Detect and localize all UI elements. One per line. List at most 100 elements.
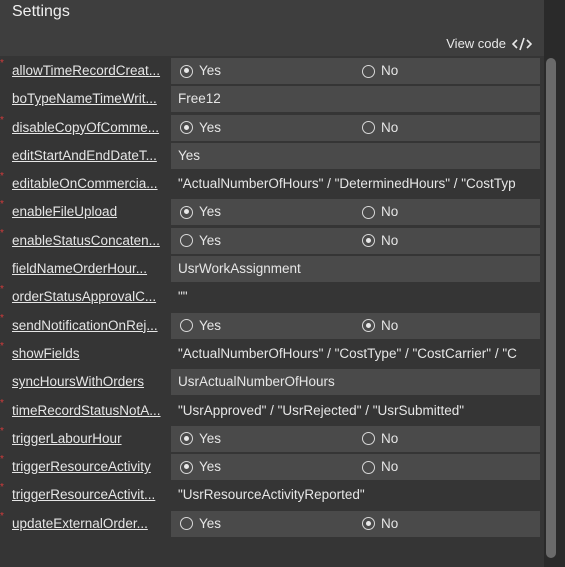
- settings-row: enableStatusConcaten... Yes No: [0, 227, 540, 255]
- setting-label[interactable]: syncHoursWithOrders: [12, 368, 168, 396]
- setting-label[interactable]: triggerResourceActivity: [12, 453, 168, 481]
- setting-value-field[interactable]: "UsrResourceActivityReported": [171, 482, 540, 508]
- setting-label[interactable]: showFields: [12, 340, 168, 368]
- settings-row: boTypeNameTimeWrit... Free12: [0, 85, 540, 113]
- settings-row: orderStatusApprovalC..."": [0, 283, 540, 311]
- radio-group: Yes No: [171, 114, 540, 141]
- radio-icon[interactable]: [362, 319, 375, 333]
- radio-group: Yes No: [171, 312, 540, 339]
- required-marker: [0, 485, 4, 491]
- radio-option-no[interactable]: No: [362, 454, 398, 480]
- settings-row: triggerResourceActivit..."UsrResourceAct…: [0, 481, 540, 509]
- settings-row: disableCopyOfComme... Yes No: [0, 114, 540, 142]
- radio-label: Yes: [199, 119, 222, 135]
- setting-label[interactable]: disableCopyOfComme...: [12, 114, 168, 142]
- radio-icon[interactable]: [180, 460, 193, 474]
- radio-icon[interactable]: [362, 460, 375, 474]
- radio-label: Yes: [199, 204, 222, 220]
- required-marker: [0, 61, 4, 67]
- radio-option-yes[interactable]: Yes: [180, 454, 221, 480]
- setting-label[interactable]: boTypeNameTimeWrit...: [12, 85, 168, 113]
- code-icon: [512, 37, 532, 50]
- required-marker: [0, 174, 4, 180]
- setting-label[interactable]: editableOnCommercia...: [12, 170, 168, 198]
- radio-icon[interactable]: [180, 64, 193, 78]
- radio-label: No: [381, 317, 399, 333]
- settings-row: showFields"ActualNumberOfHours" / "CostT…: [0, 340, 540, 368]
- settings-list: allowTimeRecordCreat... Yes No boTypeNameTi…: [0, 57, 540, 538]
- settings-row: allowTimeRecordCreat... Yes No: [0, 57, 540, 85]
- settings-row: editableOnCommercia..."ActualNumberOfHou…: [0, 170, 540, 198]
- radio-option-yes[interactable]: Yes: [180, 511, 221, 537]
- radio-icon[interactable]: [180, 517, 193, 531]
- view-code-button[interactable]: View code: [446, 36, 532, 51]
- radio-label: No: [381, 63, 399, 78]
- setting-label[interactable]: fieldNameOrderHour...: [12, 255, 168, 283]
- settings-row: editStartAndEndDateT... Yes: [0, 142, 540, 170]
- setting-label[interactable]: editStartAndEndDateT...: [12, 142, 168, 170]
- radio-icon[interactable]: [362, 121, 375, 135]
- radio-label: No: [381, 119, 399, 135]
- radio-label: Yes: [199, 63, 222, 78]
- radio-option-yes[interactable]: Yes: [180, 199, 221, 225]
- page-title: Settings: [12, 3, 70, 20]
- setting-value-field[interactable]: "ActualNumberOfHours" / "CostType" / "Co…: [171, 341, 540, 367]
- radio-label: Yes: [199, 430, 222, 446]
- radio-icon[interactable]: [180, 205, 193, 219]
- radio-icon[interactable]: [362, 234, 375, 248]
- radio-option-no[interactable]: No: [362, 511, 398, 537]
- radio-icon[interactable]: [362, 517, 375, 531]
- setting-value-field[interactable]: "ActualNumberOfHours" / "DeterminedHours…: [171, 171, 540, 197]
- setting-label[interactable]: enableFileUpload: [12, 198, 168, 226]
- setting-value-field[interactable]: Free12: [171, 86, 540, 113]
- radio-label: No: [381, 430, 399, 446]
- radio-option-yes[interactable]: Yes: [180, 58, 221, 84]
- radio-icon[interactable]: [362, 432, 375, 446]
- settings-row: updateExternalOrder... Yes No: [0, 510, 540, 538]
- setting-value-field[interactable]: "": [171, 284, 540, 310]
- radio-group: Yes No: [171, 454, 540, 481]
- radio-option-yes[interactable]: Yes: [180, 313, 221, 339]
- scrollbar[interactable]: [546, 58, 556, 558]
- radio-icon[interactable]: [180, 121, 193, 135]
- setting-label[interactable]: triggerLabourHour: [12, 425, 168, 453]
- setting-value-field[interactable]: UsrWorkAssignment: [171, 256, 540, 283]
- setting-label[interactable]: triggerResourceActivit...: [12, 481, 168, 509]
- view-code-label: View code: [446, 36, 506, 51]
- radio-icon[interactable]: [362, 64, 375, 78]
- required-marker: [0, 344, 4, 350]
- radio-label: Yes: [199, 515, 222, 531]
- radio-option-no[interactable]: No: [362, 228, 398, 254]
- required-marker: [0, 401, 4, 407]
- radio-option-yes[interactable]: Yes: [180, 426, 221, 452]
- radio-icon[interactable]: [180, 234, 193, 248]
- radio-icon[interactable]: [180, 432, 193, 446]
- radio-option-no[interactable]: No: [362, 58, 398, 84]
- settings-row: enableFileUpload Yes No: [0, 198, 540, 226]
- radio-option-no[interactable]: No: [362, 313, 398, 339]
- radio-group: Yes No: [171, 199, 540, 226]
- setting-value-field[interactable]: "UsrApproved" / "UsrRejected" / "UsrSubm…: [171, 398, 540, 424]
- setting-label[interactable]: enableStatusConcaten...: [12, 227, 168, 255]
- radio-option-yes[interactable]: Yes: [180, 115, 221, 141]
- setting-value-field[interactable]: Yes: [171, 142, 540, 169]
- radio-option-no[interactable]: No: [362, 115, 398, 141]
- radio-label: Yes: [199, 317, 222, 333]
- setting-label[interactable]: updateExternalOrder...: [12, 510, 168, 538]
- setting-label[interactable]: timeRecordStatusNotA...: [12, 397, 168, 425]
- setting-value-field[interactable]: UsrActualNumberOfHours: [171, 369, 540, 396]
- radio-option-yes[interactable]: Yes: [180, 228, 221, 254]
- radio-label: No: [381, 459, 399, 475]
- required-marker: [0, 231, 4, 237]
- setting-label[interactable]: orderStatusApprovalC...: [12, 283, 168, 311]
- radio-option-no[interactable]: No: [362, 199, 398, 225]
- setting-label[interactable]: sendNotificationOnRej...: [12, 312, 168, 340]
- setting-label[interactable]: allowTimeRecordCreat...: [12, 57, 168, 85]
- radio-option-no[interactable]: No: [362, 426, 398, 452]
- radio-group: Yes No: [171, 227, 540, 254]
- required-marker: [0, 287, 4, 293]
- radio-icon[interactable]: [362, 205, 375, 219]
- required-marker: [0, 118, 4, 124]
- radio-icon[interactable]: [180, 319, 193, 333]
- settings-row: syncHoursWithOrders UsrActualNumberOfHour…: [0, 368, 540, 396]
